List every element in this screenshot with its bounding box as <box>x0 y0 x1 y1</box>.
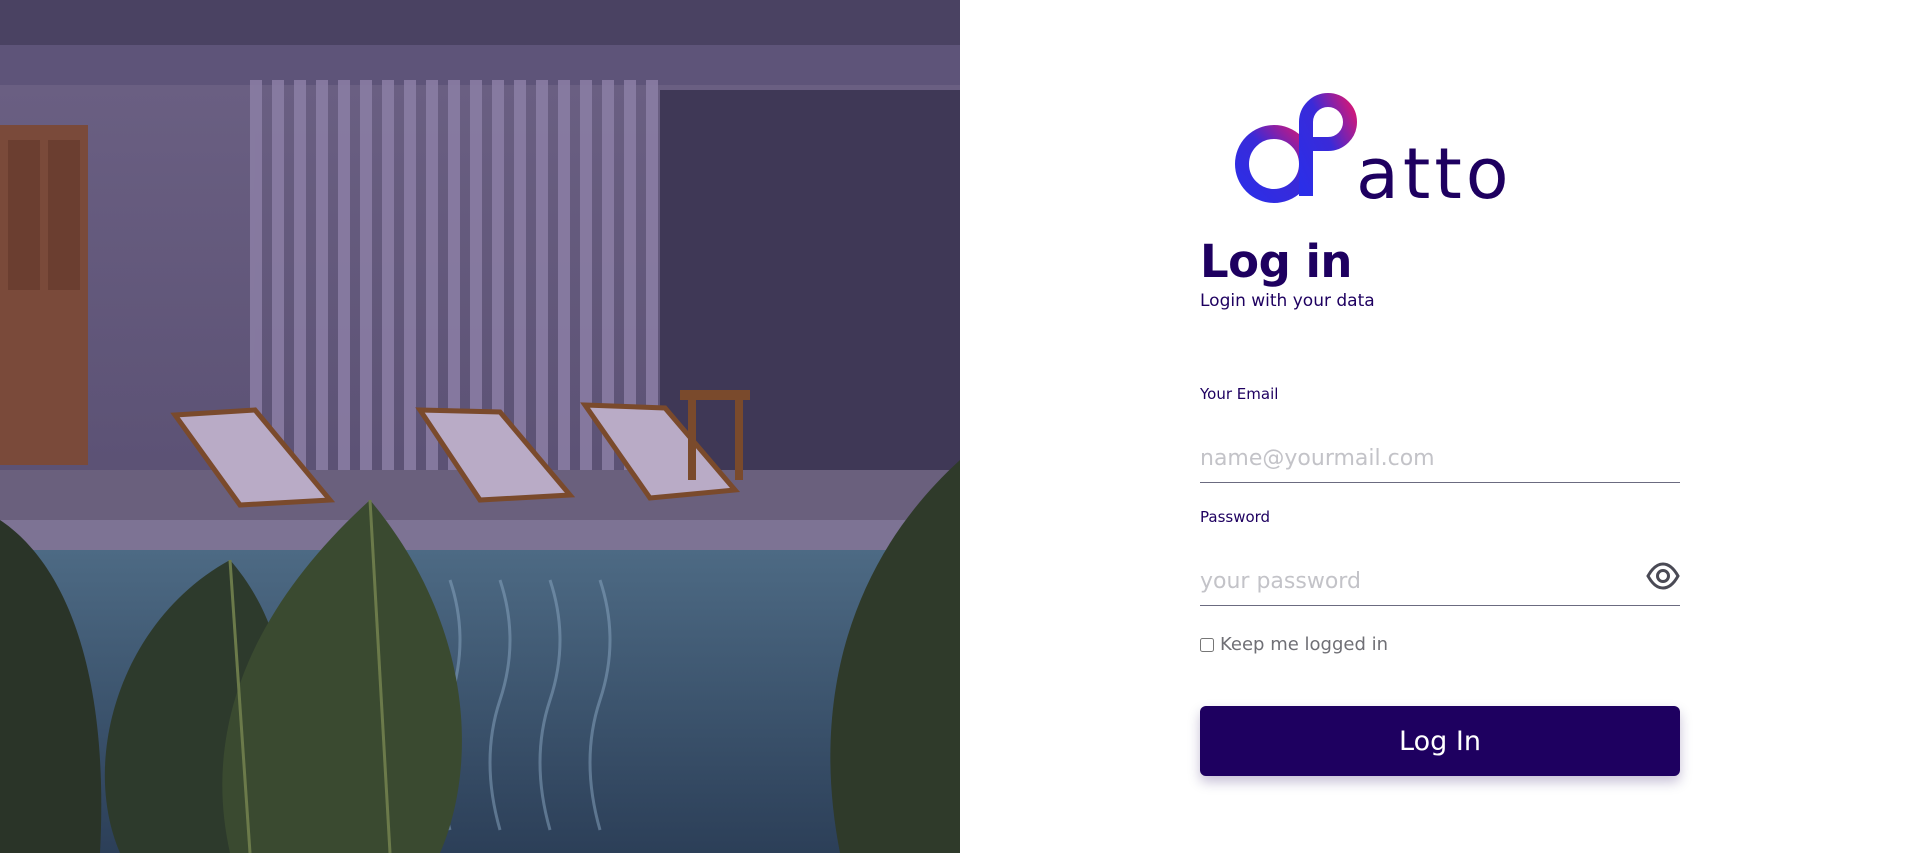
password-label: Password <box>1200 508 1271 526</box>
email-field[interactable] <box>1200 435 1680 483</box>
page-title: Log in <box>1200 235 1352 288</box>
svg-text:atto: atto <box>1356 133 1513 214</box>
remember-me-checkbox[interactable] <box>1200 637 1214 652</box>
login-button[interactable]: Log In <box>1200 706 1680 776</box>
page-subtitle: Login with your data <box>1200 291 1375 311</box>
poolside-illustration <box>0 0 960 853</box>
email-label: Your Email <box>1200 385 1279 403</box>
remember-me-label: Keep me logged in <box>1220 634 1389 655</box>
eye-icon <box>1646 562 1680 590</box>
show-password-toggle[interactable] <box>1645 560 1681 592</box>
atto-logo: atto <box>1226 88 1536 214</box>
logo-mark: atto <box>1235 93 1513 214</box>
remember-me[interactable]: Keep me logged in <box>1200 634 1388 655</box>
hero-photo <box>0 0 960 853</box>
password-field[interactable] <box>1200 558 1680 606</box>
